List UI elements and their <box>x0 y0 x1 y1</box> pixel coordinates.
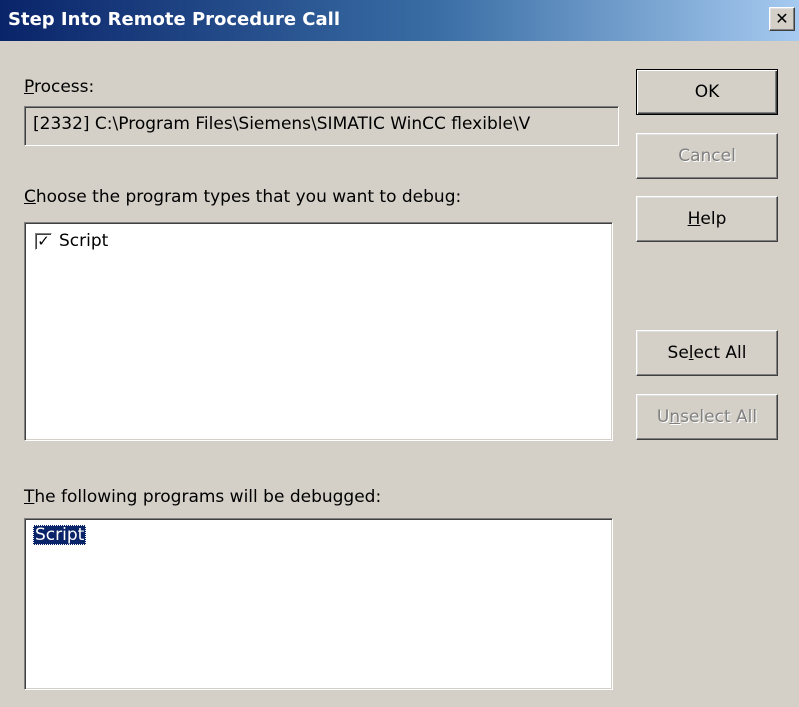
process-value: [2332] C:\Program Files\Siemens\SIMATIC … <box>33 114 531 134</box>
program-types-label: Choose the program types that you want t… <box>24 187 461 207</box>
process-label: Process: <box>24 77 94 97</box>
list-item[interactable]: ✓ Script <box>35 231 108 251</box>
select-all-button[interactable]: Select All <box>636 330 778 376</box>
help-button[interactable]: Help <box>636 196 778 242</box>
dialog-window: Step Into Remote Procedure Call ✕ Proces… <box>0 0 799 707</box>
close-icon[interactable]: ✕ <box>769 7 795 31</box>
debugged-programs-label-accelerator: T <box>24 487 35 507</box>
help-button-label: Help <box>687 209 727 229</box>
debugged-programs-list[interactable]: Script <box>24 518 613 690</box>
cancel-button[interactable]: Cancel <box>636 133 778 179</box>
program-types-list[interactable]: ✓ Script <box>24 222 613 441</box>
select-all-button-label: Select All <box>667 343 747 363</box>
process-field[interactable]: [2332] C:\Program Files\Siemens\SIMATIC … <box>24 106 619 146</box>
ok-button-label: OK <box>694 82 720 102</box>
cancel-button-label: Cancel <box>678 146 736 166</box>
program-types-label-text: hoose the program types that you want to… <box>35 187 462 207</box>
script-checkbox[interactable]: ✓ <box>35 232 52 250</box>
unselect-all-button-label: Unselect All <box>656 407 758 427</box>
window-title: Step Into Remote Procedure Call <box>8 9 341 30</box>
process-label-text: rocess: <box>33 77 95 97</box>
debugged-programs-label-text: he following programs will be debugged: <box>34 487 382 507</box>
process-label-accelerator: P <box>24 77 34 97</box>
program-types-label-accelerator: C <box>24 187 36 207</box>
title-bar[interactable]: Step Into Remote Procedure Call ✕ <box>0 0 799 41</box>
ok-button[interactable]: OK <box>636 69 778 115</box>
unselect-all-button[interactable]: Unselect All <box>636 394 778 440</box>
list-item[interactable]: Script <box>33 525 87 545</box>
debugged-programs-label: The following programs will be debugged: <box>24 487 381 507</box>
script-checkbox-label: Script <box>59 231 109 251</box>
